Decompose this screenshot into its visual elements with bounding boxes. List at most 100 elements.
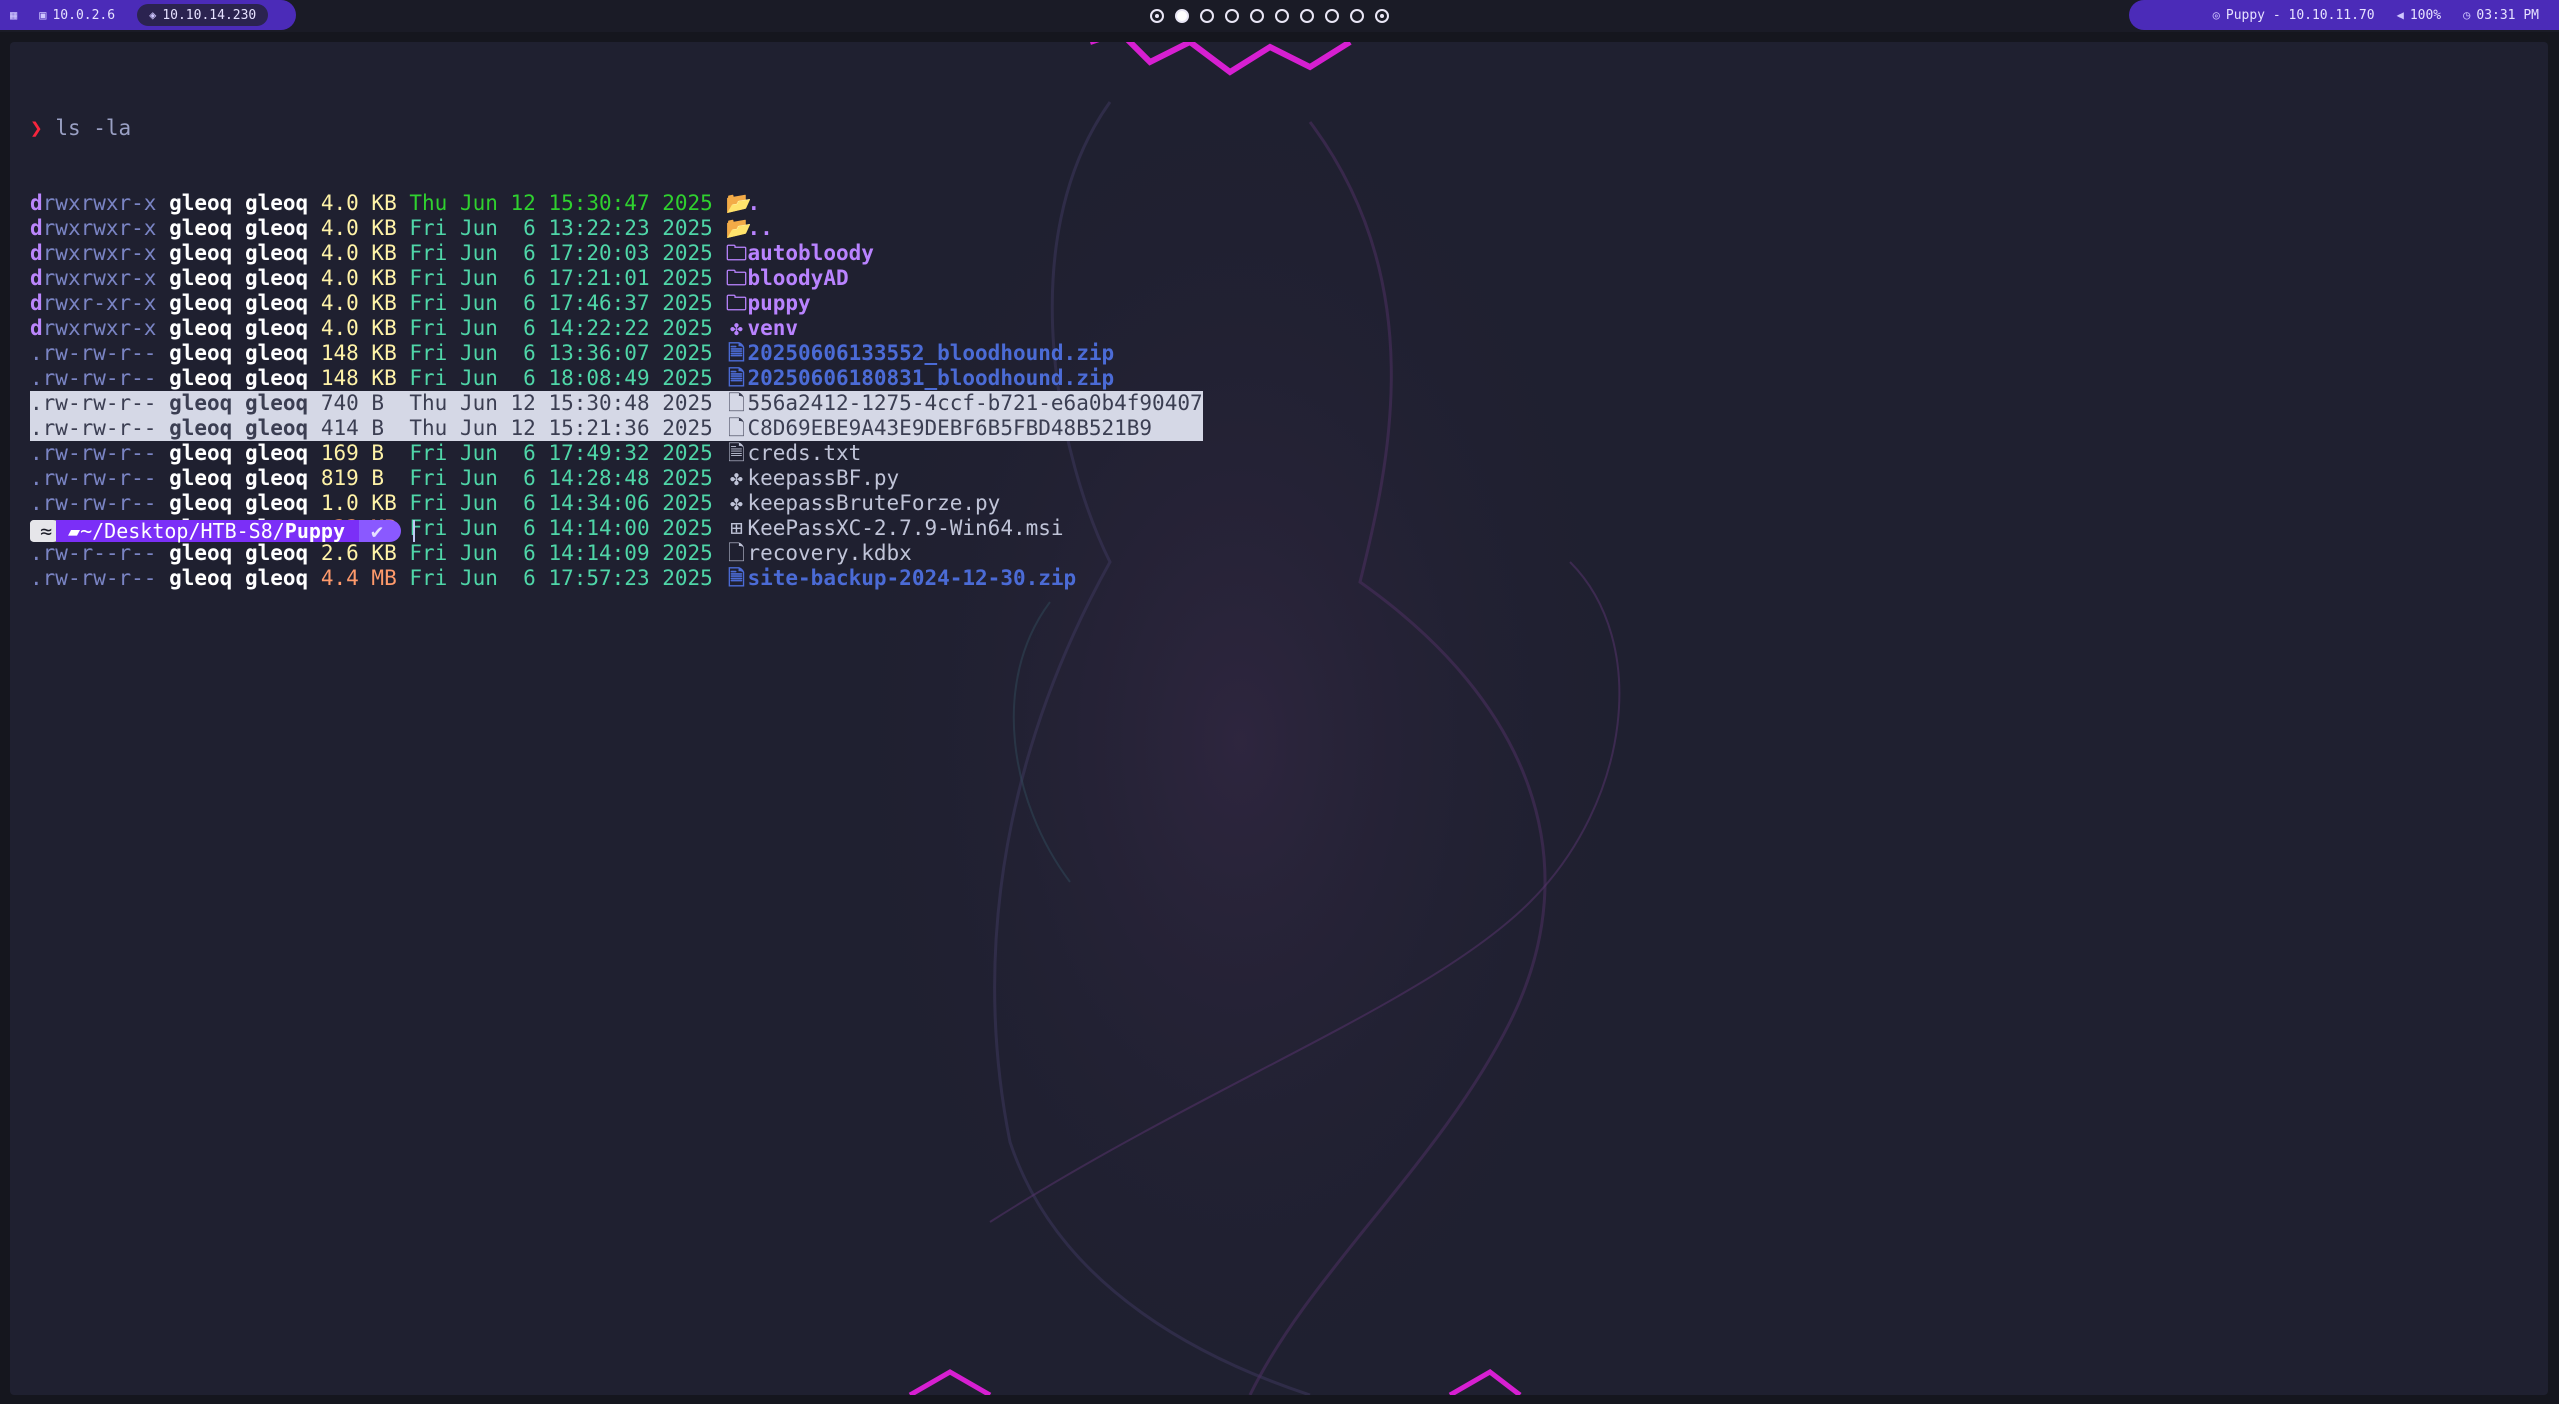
dragon-icon: ≈: [40, 519, 53, 543]
file-icon: 🗀: [725, 291, 747, 315]
workspace-8[interactable]: [1325, 9, 1339, 23]
listing-row[interactable]: . rw-rw-r-- gleoq gleoq 4.4 MB Fri Jun 6 …: [30, 566, 1203, 591]
listing-row[interactable]: d rwxrwxr-x gleoq gleoq 4.0 KB Fri Jun 6 …: [30, 241, 1203, 266]
modified-date: Fri Jun 6 17:49:32 2025: [409, 441, 713, 465]
perm-bits: rw-r--r--: [42, 541, 157, 565]
listing-row[interactable]: . rw-rw-r-- gleoq gleoq 819 B Fri Jun 6 1…: [30, 466, 1203, 491]
modified-date: Fri Jun 6 17:21:01 2025: [409, 266, 713, 290]
owner-user: gleoq: [169, 316, 233, 340]
modified-date: Thu Jun 12 15:30:48 2025: [409, 391, 713, 415]
owner-group: gleoq: [244, 491, 309, 515]
file-name[interactable]: puppy: [747, 291, 810, 316]
listing-row[interactable]: . rw-r--r-- gleoq gleoq 2.6 KB Fri Jun 6 …: [30, 541, 1203, 566]
listing-row[interactable]: d rwxrwxr-x gleoq gleoq 4.0 KB Fri Jun 6 …: [30, 266, 1203, 291]
file-name[interactable]: site-backup-2024-12-30.zip: [747, 566, 1076, 591]
modified-date: Fri Jun 6 13:22:23 2025: [409, 216, 713, 240]
workspace-2[interactable]: [1175, 9, 1189, 23]
volume-indicator[interactable]: ◀ 100%: [2397, 8, 2442, 23]
command-text: ls -la: [55, 116, 132, 140]
listing-row[interactable]: . rw-rw-r-- gleoq gleoq 169 B Fri Jun 6 1…: [30, 441, 1203, 466]
perm-type: .: [30, 366, 43, 390]
perm-bits: rwxrwxr-x: [42, 316, 157, 340]
target-indicator[interactable]: ◎ Puppy - 10.10.11.70: [2213, 8, 2375, 23]
network-panel: ▦ ▣ 10.0.2.6 ◈ 10.10.14.230: [0, 0, 296, 30]
owner-user: gleoq: [169, 491, 233, 515]
perm-bits: rwxrwxr-x: [42, 266, 157, 290]
file-name[interactable]: C8D69EBE9A43E9DEBF6B5FBD48B521B9: [747, 416, 1152, 441]
workspace-switcher: [1150, 0, 1389, 32]
owner-group: gleoq: [244, 416, 309, 440]
apps-grid-icon[interactable]: ▦: [10, 8, 17, 22]
listing-row[interactable]: d rwxrwxr-x gleoq gleoq 4.0 KB Fri Jun 6 …: [30, 316, 1203, 341]
listing-row[interactable]: d rwxrwxr-x gleoq gleoq 4.0 KB Fri Jun 6 …: [30, 216, 1203, 241]
file-name[interactable]: autobloody: [747, 241, 873, 266]
file-icon: 📂: [725, 191, 752, 215]
perm-type: .: [30, 491, 43, 515]
perm-bits: rw-rw-r--: [42, 491, 157, 515]
workspace-7[interactable]: [1300, 9, 1314, 23]
terminal-window[interactable]: ❯ ls -la d rwxrwxr-x gleoq gleoq 4.0 KB T…: [10, 42, 2548, 1395]
perm-bits: rwxrwxr-x: [42, 216, 157, 240]
file-name[interactable]: 20250606180831_bloodhound.zip: [747, 366, 1114, 391]
listing-row[interactable]: . rw-rw-r-- gleoq gleoq 1.0 KB Fri Jun 6 …: [30, 491, 1203, 516]
owner-group: gleoq: [244, 241, 309, 265]
file-name[interactable]: recovery.kdbx: [747, 541, 911, 566]
file-size: 4.0 KB: [320, 216, 397, 240]
workspace-9[interactable]: [1350, 9, 1364, 23]
file-name[interactable]: venv: [747, 316, 798, 341]
listing-row[interactable]: . rw-rw-r-- gleoq gleoq 740 B Thu Jun 12 …: [30, 391, 1203, 416]
listing-row[interactable]: d rwxrwxr-x gleoq gleoq 4.0 KB Thu Jun 12…: [30, 191, 1203, 216]
file-size: 4.0 KB: [320, 291, 397, 315]
perm-type: .: [30, 416, 43, 440]
vpn-ip-chip[interactable]: ◈ 10.10.14.230: [137, 4, 269, 26]
modified-date: Fri Jun 6 14:34:06 2025: [409, 491, 713, 515]
local-ip-label: 10.0.2.6: [52, 7, 116, 23]
file-icon: 🗀: [725, 266, 747, 290]
workspace-6[interactable]: [1275, 9, 1289, 23]
file-icon: ⊞: [730, 516, 743, 540]
file-name[interactable]: bloodyAD: [747, 266, 848, 291]
workspace-3[interactable]: [1200, 9, 1214, 23]
file-name[interactable]: 556a2412-1275-4ccf-b721-e6a0b4f90407: [747, 391, 1202, 416]
file-name[interactable]: 20250606133552_bloodhound.zip: [747, 341, 1114, 366]
workspace-1[interactable]: [1150, 9, 1164, 23]
path-prefix: ~/Desktop/HTB-S8/: [80, 519, 285, 543]
file-name[interactable]: keepassBruteForze.py: [747, 491, 1000, 516]
file-name[interactable]: .: [747, 191, 760, 216]
workspace-5[interactable]: [1250, 9, 1264, 23]
file-name[interactable]: KeePassXC-2.7.9-Win64.msi: [747, 516, 1063, 541]
perm-bits: rw-rw-r--: [42, 416, 157, 440]
target-icon: ◎: [2212, 8, 2220, 22]
local-ip-chip[interactable]: ▣ 10.0.2.6: [27, 4, 127, 26]
owner-group: gleoq: [244, 441, 309, 465]
file-icon: 🗋: [728, 541, 745, 565]
terminal-output[interactable]: ❯ ls -la d rwxrwxr-x gleoq gleoq 4.0 KB T…: [30, 66, 1203, 641]
listing-row[interactable]: . rw-rw-r-- gleoq gleoq 148 KB Fri Jun 6 …: [30, 341, 1203, 366]
owner-group: gleoq: [244, 316, 309, 340]
file-icon: 📂: [725, 216, 752, 240]
top-bar: ▦ ▣ 10.0.2.6 ◈ 10.10.14.230 ◎ Puppy - 10…: [0, 0, 2559, 32]
listing-row[interactable]: . rw-rw-r-- gleoq gleoq 414 B Thu Jun 12 …: [30, 416, 1203, 441]
file-name[interactable]: keepassBF.py: [747, 466, 899, 491]
perm-bits: rw-rw-r--: [42, 341, 157, 365]
perm-type: d: [30, 316, 43, 340]
modified-date: Fri Jun 6 14:14:09 2025: [409, 541, 713, 565]
workspace-10[interactable]: [1375, 9, 1389, 23]
owner-user: gleoq: [169, 441, 233, 465]
workspace-4[interactable]: [1225, 9, 1239, 23]
owner-group: gleoq: [244, 266, 309, 290]
file-name[interactable]: creds.txt: [747, 441, 861, 466]
owner-user: gleoq: [169, 266, 233, 290]
file-size: 414 B: [320, 416, 397, 440]
listing-row[interactable]: . rw-rw-r-- gleoq gleoq 148 KB Fri Jun 6 …: [30, 366, 1203, 391]
listing-row[interactable]: d rwxr-xr-x gleoq gleoq 4.0 KB Fri Jun 6 …: [30, 291, 1203, 316]
file-icon: ✤: [730, 316, 743, 340]
text-cursor[interactable]: [413, 520, 416, 542]
clock[interactable]: ◷ 03:31 PM: [2463, 8, 2539, 23]
owner-group: gleoq: [244, 391, 309, 415]
volume-label: 100%: [2409, 7, 2442, 23]
file-name[interactable]: ..: [747, 216, 772, 241]
perm-bits: rwxrwxr-x: [42, 241, 157, 265]
modified-date: Fri Jun 6 14:14:00 2025: [409, 516, 713, 540]
file-icon: 🗎: [728, 441, 745, 465]
